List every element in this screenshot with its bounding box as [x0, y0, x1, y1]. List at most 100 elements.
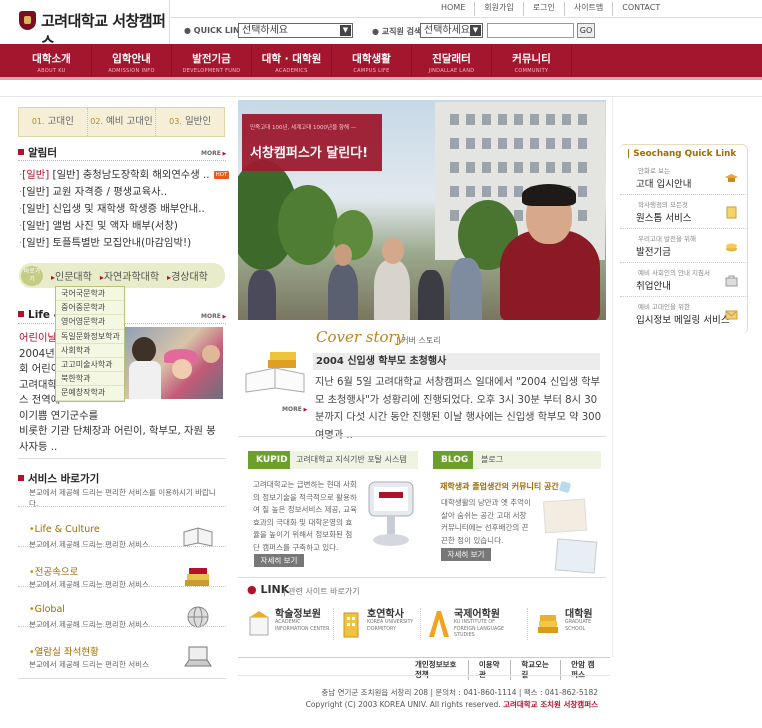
service-life-culture[interactable]: Life & Culture 본교에서 제공해 드리는 편리한 서비스: [19, 524, 225, 562]
blog-photo: [542, 498, 588, 534]
quick-item-mailing[interactable]: 예비 고대인을 위한 입시정보 메일링 서비스: [620, 298, 748, 331]
blog-photo: [554, 538, 598, 574]
nav-item-campus-life[interactable]: 대학생활 CAMPUS LIFE: [332, 44, 412, 77]
university-seal-icon: [19, 11, 36, 30]
logo[interactable]: 고려대학교 서창캠퍼스: [0, 0, 170, 51]
envelope-icon: [725, 310, 738, 320]
nav-item-jindallae[interactable]: 진달래터 JINDALLAE LAND: [412, 44, 492, 77]
quick-item-onestop[interactable]: 학사행정의 모든것 원스톱 서비스: [620, 196, 748, 229]
chevron-down-icon: ▼: [340, 25, 351, 36]
util-contact-link[interactable]: CONTACT: [613, 2, 669, 16]
notice-item[interactable]: [일반] [일반] 충청남도장학회 해외연수생 ..HOT: [19, 167, 229, 184]
cover-headline[interactable]: 2004 신입생 학부모 초청행사: [313, 353, 600, 370]
college-business[interactable]: 경상대학: [167, 268, 208, 283]
blog-detail-button[interactable]: 자세히 보기: [441, 548, 491, 561]
open-book-icon: [245, 352, 305, 393]
letter-a-icon: [429, 611, 449, 637]
quick-item-admission[interactable]: 안화로 보는 고대 입시안내: [620, 162, 748, 195]
document-icon: [726, 206, 737, 219]
dept-item[interactable]: 문예창작학과: [56, 386, 124, 401]
search-category-select[interactable]: 선택하세요 ▼: [420, 23, 483, 38]
graduation-cap-icon: [725, 174, 738, 182]
kupid-detail-button[interactable]: 자세히 보기: [254, 554, 304, 567]
links-subtitle: | 관련 사이트 바로가기: [283, 587, 360, 596]
life-more-link[interactable]: MORE: [201, 313, 226, 320]
cover-story: Cover story | 커버 스토리 2004 신입생 학부모 초청행사 지…: [238, 326, 606, 441]
nav-item-fund[interactable]: 발전기금 DEVELOPMENT FUND: [172, 44, 252, 77]
kupid-label[interactable]: KUPID: [248, 451, 296, 469]
util-login-link[interactable]: 로그인: [524, 2, 565, 16]
util-join-link[interactable]: 회원가입: [475, 2, 524, 16]
service-reading-room[interactable]: 열람실 좌석현황 본교에서 제공해 드리는 편리한 서비스: [19, 644, 225, 682]
notice-item[interactable]: [일반] 교원 자격증 / 평생교육사..: [19, 184, 229, 201]
footer-anam-link[interactable]: 안암 캠퍼스: [561, 660, 610, 680]
dept-item[interactable]: 고고미술사학과: [56, 358, 124, 373]
computer-kiosk-icon: [368, 481, 414, 546]
hero-big-text: 서창캠퍼스가 달린다!: [250, 146, 369, 161]
blog-body: 대학생활의 낭만과 옛 추억이 살아 숨쉬는 공간 고대 서창 커뮤니티에는 선…: [441, 498, 531, 545]
cover-more-link[interactable]: MORE: [282, 406, 307, 413]
nav-item-community[interactable]: 커뮤니티 COMMUNITY: [492, 44, 572, 77]
notice-item[interactable]: [일반] 토플특별반 모집안내(마감임박!): [19, 235, 229, 252]
footer-directions-link[interactable]: 학교오는 길: [511, 660, 562, 680]
service-global[interactable]: Global 본교에서 제공해 드리는 편리한 서비스: [19, 604, 225, 642]
college-humanities[interactable]: 인문대학: [51, 268, 92, 283]
link-dormitory[interactable]: 호연학사 KOREA UNIVERSITY DORMITORY: [340, 603, 425, 647]
search-input[interactable]: [487, 23, 574, 38]
dormitory-icon: [343, 612, 359, 638]
quick-link-title: | Seochang Quick Link: [627, 149, 737, 159]
dept-item[interactable]: 국어국문학과: [56, 287, 124, 302]
dept-item[interactable]: 사회학과: [56, 344, 124, 358]
quick-item-employment[interactable]: 예비 사회인의 안내 지침서 취업안내: [620, 264, 748, 297]
cover-body: 지난 6월 5일 고려대학교 서창캠퍼스 일대에서 "2004 신입생 학부모 …: [315, 377, 602, 441]
nav-item-academics[interactable]: 대학 · 대학원 ACADEMICS: [252, 44, 332, 77]
tab-public[interactable]: 03. 일반인: [156, 108, 224, 136]
util-home-link[interactable]: HOME: [432, 2, 476, 16]
quick-item-fund[interactable]: 우리고대 발전을 위해 발전기금: [620, 230, 748, 263]
tab-ku-member[interactable]: 01. 고대인: [19, 108, 88, 136]
link-library[interactable]: 학술정보원 ACADEMIC INFORMATION CENTER: [248, 603, 338, 647]
cover-subtitle: | 커버 스토리: [396, 336, 441, 345]
dept-item[interactable]: 중어중문학과: [56, 301, 124, 316]
footer-copyright: Copyright (C) 2003 KOREA UNIV. All right…: [305, 700, 598, 709]
notice-item[interactable]: [일반] 앨범 사진 및 액자 배부(서창): [19, 218, 229, 235]
hot-badge: HOT: [213, 171, 229, 179]
hero-slogan-box: 민족고대 100년, 세계고대 1000년을 향해 — 서창캠퍼스가 달린다!: [242, 114, 382, 171]
hero-small-text: 민족고대 100년, 세계고대 1000년을 향해 —: [250, 125, 357, 131]
footer-privacy-link[interactable]: 개인정보보호정책: [405, 660, 469, 680]
dept-item[interactable]: 북한학과: [56, 372, 124, 387]
college-science[interactable]: 자연과학대학: [100, 268, 159, 283]
hero-banner[interactable]: 민족고대 100년, 세계고대 1000년을 향해 — 서창캠퍼스가 달린다!: [238, 100, 606, 320]
life-photo[interactable]: [124, 327, 223, 399]
chevron-down-icon: ▼: [470, 25, 481, 36]
footer-address: 충남 연기군 조치원읍 서창리 208 | 문의처 : 041-860-1114…: [321, 688, 598, 697]
cover-title: Cover story: [316, 328, 405, 346]
dept-item[interactable]: 독일문화정보학과: [56, 330, 124, 344]
dept-item[interactable]: 영어영문학과: [56, 315, 124, 330]
blog-desc-title: 블로그: [473, 451, 601, 469]
service-major[interactable]: 전공속으로 본교에서 제공해 드리는 편리한 서비스: [19, 564, 225, 602]
footer-terms-link[interactable]: 이용약관: [469, 660, 512, 680]
kupid-body: 고려대학교는 급변하는 현대 사회의 정보기술을 적극적으로 활용하여 질 높은…: [253, 480, 358, 552]
link-language-institute[interactable]: 국제어학원 KU INSTITUTE OF FOREIGN LANGUAGE S…: [427, 603, 527, 647]
notice-title: 알림터: [18, 145, 57, 160]
laptop-icon: [184, 646, 212, 667]
nav-item-about[interactable]: 대학소개 ABOUT KU: [12, 44, 92, 77]
go-button[interactable]: GO: [577, 23, 595, 38]
notice-more-link[interactable]: MORE: [201, 150, 226, 157]
kupid-desc-title: 고려대학교 지식기반 포탈 시스템: [290, 451, 418, 469]
notice-item[interactable]: [일반] 신입생 및 재학생 학생증 배부안내..: [19, 201, 229, 218]
briefcase-icon: [725, 275, 738, 287]
tab-prospective[interactable]: 02. 예비 고대인: [88, 108, 157, 136]
nav-item-admission[interactable]: 입학안내 ADMISSION INFO: [92, 44, 172, 77]
college-bar: 바로가기 인문대학 자연과학대학 경상대학: [19, 263, 225, 288]
util-sitemap-link[interactable]: 사이트맵: [565, 2, 614, 16]
college-dropdown: 국어국문학과 중어중문학과 영어영문학과 독일문화정보학과 사회학과 고고미술사…: [55, 286, 125, 402]
blog-headline[interactable]: 재학생과 졸업생간의 커뮤니티 공간: [440, 481, 600, 492]
link-graduate-school[interactable]: 대학원 GRADUATE SCHOOL: [536, 603, 606, 647]
nav-divider: [0, 77, 762, 80]
quick-link-select[interactable]: 선택하세요 ▼: [238, 23, 353, 38]
notice-list: [일반] [일반] 충청남도장학회 해외연수생 ..HOT [일반] 교원 자격…: [19, 167, 229, 252]
blog-label[interactable]: BLOG: [433, 451, 477, 469]
library-icon: [249, 611, 269, 636]
